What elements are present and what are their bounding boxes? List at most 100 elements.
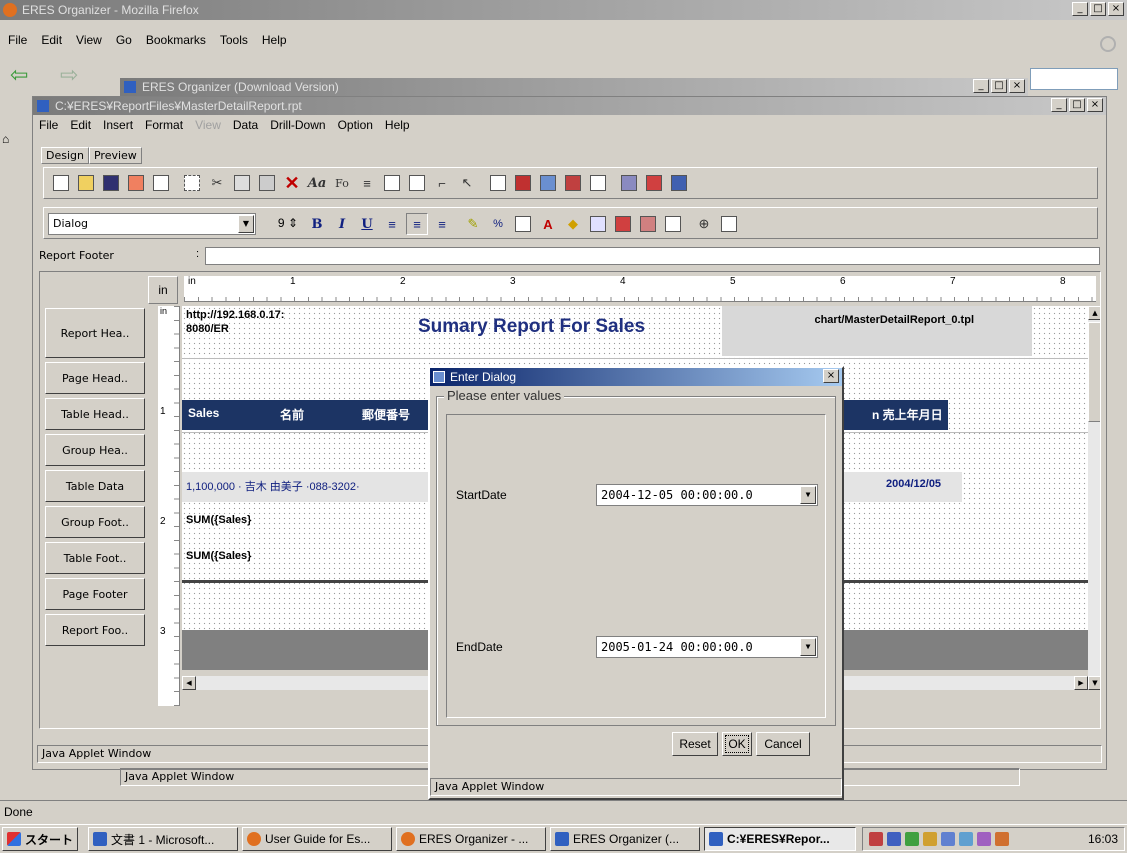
report-title[interactable]: Sumary Report For Sales <box>418 316 645 338</box>
end-date-select[interactable]: 2005-01-24 00:00:00.0 ▼ <box>596 636 818 658</box>
menu-go[interactable]: Go <box>116 33 132 47</box>
zoom-icon[interactable]: ⊕ <box>693 213 715 235</box>
open-icon[interactable] <box>75 172 97 194</box>
header-name[interactable]: 名前 <box>280 406 304 423</box>
properties-icon[interactable] <box>718 213 740 235</box>
menu-help[interactable]: Help <box>262 33 287 47</box>
taskbar-item-eres-download[interactable]: ERES Organizer (... <box>550 827 700 851</box>
line-icon[interactable]: ⌐ <box>431 172 453 194</box>
scroll-thumb[interactable] <box>1088 322 1100 422</box>
select-icon[interactable] <box>181 172 203 194</box>
report-menu-insert[interactable]: Insert <box>103 118 133 132</box>
tray-icon[interactable] <box>977 832 991 846</box>
align-center-icon[interactable]: ≡ <box>406 213 428 235</box>
report-menu-drilldown[interactable]: Drill-Down <box>270 118 325 132</box>
taskbar-item-eres-firefox[interactable]: ERES Organizer - ... <box>396 827 546 851</box>
font-color-icon[interactable]: A <box>537 213 559 235</box>
group-sum-field[interactable]: SUM({Sales} <box>186 514 251 526</box>
tray-icon[interactable] <box>959 832 973 846</box>
subreport-icon[interactable] <box>381 172 403 194</box>
report-menu-data[interactable]: Data <box>233 118 258 132</box>
report-menu-view[interactable]: View <box>195 118 221 132</box>
cancel-button[interactable]: Cancel <box>756 732 810 756</box>
data-row-values[interactable]: 1,100,000 · 吉木 由美子 ·088-3202· <box>186 478 360 494</box>
tray-icon[interactable] <box>887 832 901 846</box>
home-icon[interactable]: ⌂ <box>2 132 16 146</box>
section-field[interactable] <box>205 247 1100 265</box>
chart-icon[interactable] <box>512 172 534 194</box>
chevron-down-icon[interactable]: ▼ <box>238 215 254 233</box>
tray-icon[interactable] <box>995 832 1009 846</box>
formula-icon[interactable]: Fo <box>331 172 353 194</box>
url-field[interactable]: http://192.168.0.17:8080/ER <box>186 308 286 348</box>
scroll-up-button[interactable]: ▲ <box>1088 306 1100 320</box>
inner-close-button[interactable]: × <box>1009 79 1025 93</box>
align-right-icon[interactable]: ≡ <box>431 213 453 235</box>
label-icon[interactable]: Aa <box>306 172 328 194</box>
report-menu-edit[interactable]: Edit <box>70 118 91 132</box>
reset-button[interactable]: Reset <box>672 732 718 756</box>
border-icon[interactable] <box>512 213 534 235</box>
band-table-header[interactable]: Table Head.. <box>45 398 145 430</box>
sort-icon[interactable] <box>637 213 659 235</box>
format-number-icon[interactable]: % <box>487 213 509 235</box>
table-sum-field[interactable]: SUM({Sales} <box>186 550 251 562</box>
header-postal[interactable]: 郵便番号 <box>362 406 410 423</box>
header-date[interactable]: n 売上年月日 <box>872 406 943 423</box>
font-size-spinner[interactable]: 9 ⇕ <box>266 216 298 234</box>
chart-field[interactable]: chart/MasterDetailReport_0.tpl <box>722 306 1032 356</box>
band-table-data[interactable]: Table Data <box>45 470 145 502</box>
report-menu-help[interactable]: Help <box>385 118 410 132</box>
bold-icon[interactable]: B <box>306 213 328 235</box>
inner-minimize-button[interactable]: _ <box>973 79 989 93</box>
taskbar-item-userguide[interactable]: User Guide for Es... <box>242 827 392 851</box>
tray-icon[interactable] <box>923 832 937 846</box>
group-icon[interactable] <box>612 213 634 235</box>
font-name-select[interactable]: Dialog ▼ <box>48 213 256 235</box>
tray-icon[interactable] <box>905 832 919 846</box>
tray-icon[interactable] <box>869 832 883 846</box>
menu-bookmarks[interactable]: Bookmarks <box>146 33 206 47</box>
header-sales[interactable]: Sales <box>188 406 219 420</box>
scroll-left-button[interactable]: ◀ <box>182 676 196 690</box>
italic-icon[interactable]: I <box>331 213 353 235</box>
report-menu-option[interactable]: Option <box>338 118 373 132</box>
close-button[interactable]: × <box>1108 2 1124 16</box>
band-table-footer[interactable]: Table Foot.. <box>45 542 145 574</box>
new-icon[interactable] <box>50 172 72 194</box>
taskbar-item-report[interactable]: C:¥ERES¥Repor... <box>704 827 856 851</box>
minimize-button[interactable]: _ <box>1072 2 1088 16</box>
report-maximize-button[interactable]: □ <box>1069 98 1085 112</box>
report-minimize-button[interactable]: _ <box>1051 98 1067 112</box>
tray-icon[interactable] <box>941 832 955 846</box>
merge-icon[interactable] <box>662 213 684 235</box>
band-page-footer[interactable]: Page Footer <box>45 578 145 610</box>
band-report-footer[interactable]: Report Foo.. <box>45 614 145 646</box>
back-button[interactable]: ⇦ <box>10 64 38 88</box>
menu-view[interactable]: View <box>76 33 102 47</box>
menu-file[interactable]: File <box>8 33 27 47</box>
start-date-select[interactable]: 2004-12-05 00:00:00.0 ▼ <box>596 484 818 506</box>
pen-icon[interactable]: ✎ <box>462 213 484 235</box>
bands-icon[interactable] <box>562 172 584 194</box>
table-icon[interactable]: ≡ <box>356 172 378 194</box>
preview-icon[interactable] <box>618 172 640 194</box>
chevron-down-icon[interactable]: ▼ <box>800 486 816 504</box>
crosstab-icon[interactable] <box>406 172 428 194</box>
band-page-header[interactable]: Page Head.. <box>45 362 145 394</box>
fill-color-icon[interactable]: ◆ <box>562 213 584 235</box>
vertical-scrollbar[interactable]: ▲ ▼ <box>1088 306 1100 690</box>
insert-row-icon[interactable] <box>587 213 609 235</box>
delete-icon[interactable]: ✕ <box>281 172 303 194</box>
page-icon[interactable] <box>587 172 609 194</box>
report-menu-format[interactable]: Format <box>145 118 183 132</box>
taskbar-item-word[interactable]: 文書 1 - Microsoft... <box>88 827 238 851</box>
paste-icon[interactable] <box>256 172 278 194</box>
band-group-footer[interactable]: Group Foot.. <box>45 506 145 538</box>
dialog-close-button[interactable]: × <box>823 369 839 383</box>
drilldown-icon[interactable] <box>487 172 509 194</box>
align-left-icon[interactable]: ≡ <box>381 213 403 235</box>
save-icon[interactable] <box>100 172 122 194</box>
band-group-header[interactable]: Group Hea.. <box>45 434 145 466</box>
band-report-header[interactable]: Report Hea.. <box>45 308 145 358</box>
